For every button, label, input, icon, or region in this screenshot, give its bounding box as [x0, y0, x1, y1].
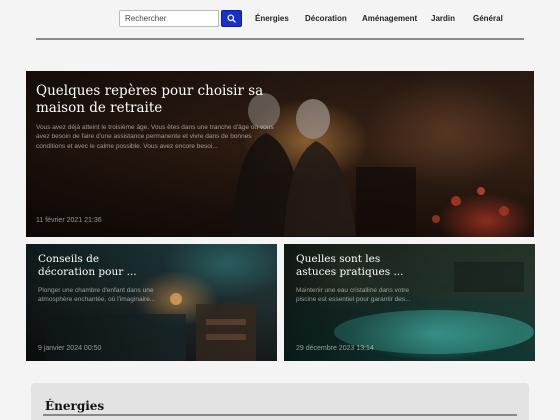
- featured-article-title[interactable]: Quelques repères pour choisir sa maison …: [36, 83, 276, 117]
- nav-item-amenagement[interactable]: Aménagement: [362, 14, 417, 23]
- section-title[interactable]: Énergies: [45, 399, 104, 413]
- featured-article-card[interactable]: Quelques repères pour choisir sa maison …: [26, 71, 534, 237]
- featured-article-excerpt: Vous avez déjà atteint le troisième âge.…: [36, 124, 274, 150]
- article-date: 9 janvier 2024 00:50: [38, 345, 102, 352]
- main-nav: Énergies Décoration Aménagement Jardin G…: [0, 14, 560, 26]
- header-divider: [36, 38, 524, 40]
- nav-item-jardin[interactable]: Jardin: [431, 14, 455, 23]
- section-energies: Énergies: [31, 383, 529, 420]
- nav-item-general[interactable]: Général: [473, 14, 503, 23]
- section-divider: [43, 414, 517, 416]
- featured-article-date: 11 février 2021 21:36: [36, 217, 102, 224]
- article-card-decoration[interactable]: Conseils de décoration pour ... Plonger …: [26, 244, 277, 361]
- article-date: 29 décembre 2023 13:14: [296, 345, 374, 352]
- article-excerpt: Plonger une chambre d'enfant dans une at…: [38, 287, 156, 304]
- nav-item-decoration[interactable]: Décoration: [305, 14, 347, 23]
- article-title[interactable]: Quelles sont les astuces pratiques ...: [296, 253, 406, 279]
- nav-item-energies[interactable]: Énergies: [255, 14, 289, 23]
- article-excerpt: Maintenir une eau cristalline dans votre…: [296, 287, 411, 304]
- article-card-piscine[interactable]: Quelles sont les astuces pratiques ... M…: [284, 244, 535, 361]
- article-title[interactable]: Conseils de décoration pour ...: [38, 253, 148, 279]
